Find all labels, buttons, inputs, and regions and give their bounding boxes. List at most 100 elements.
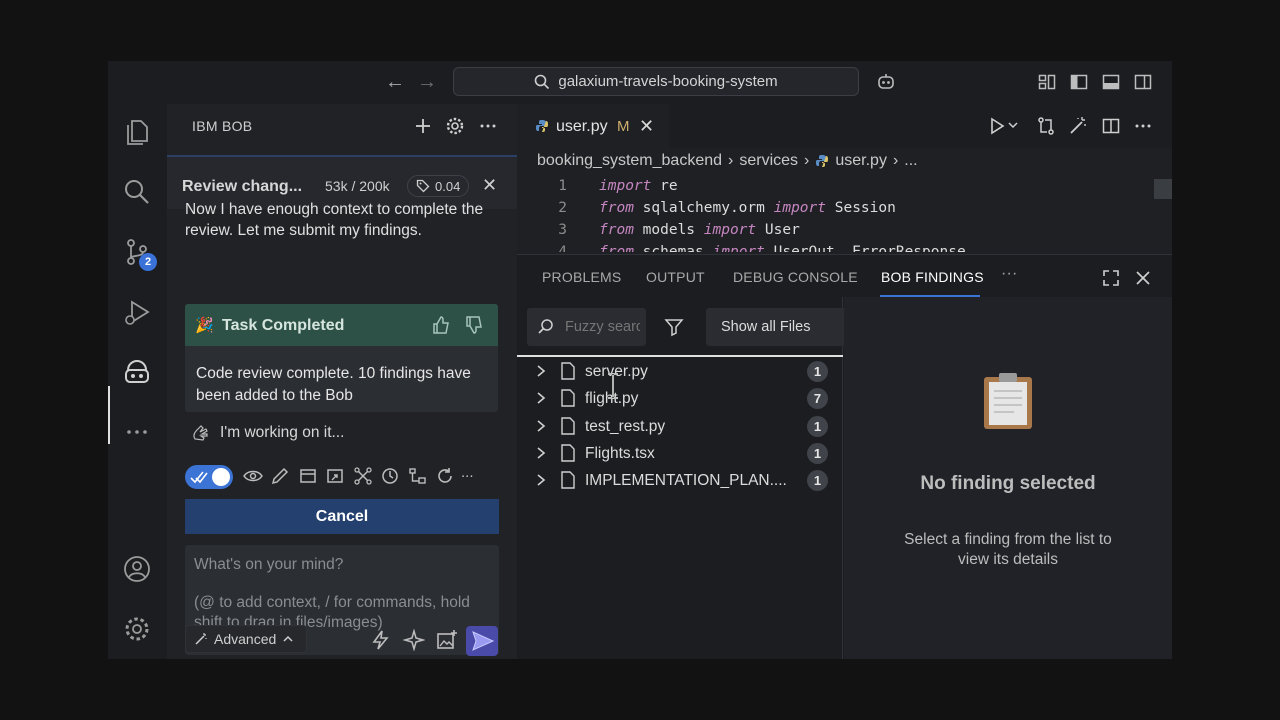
- add-image-icon[interactable]: [436, 629, 458, 651]
- chevron-up-icon: [283, 635, 293, 642]
- code-text: from models import User: [599, 222, 800, 238]
- party-icon: 🎉: [195, 317, 214, 334]
- code-text: from schemas import UserOut, ErrorRespon…: [599, 244, 966, 252]
- line-number: 2: [558, 200, 567, 216]
- auto-approve-toggle[interactable]: [185, 465, 233, 489]
- fuzzy-search-input[interactable]: [565, 319, 640, 335]
- thumbs-down-icon[interactable]: [464, 315, 484, 335]
- run-debug-icon[interactable]: [122, 297, 152, 327]
- split-editor-icon[interactable]: [1101, 116, 1121, 136]
- gear-icon[interactable]: [445, 116, 465, 136]
- tab-bob-findings[interactable]: BOB FINDINGS: [881, 269, 984, 285]
- breadcrumb-item[interactable]: services: [739, 152, 798, 170]
- tag-icon: [416, 179, 430, 193]
- breadcrumb-item[interactable]: ...: [904, 152, 917, 170]
- chevron-down-icon[interactable]: [1007, 118, 1019, 132]
- code-text: from sqlalchemy.orm import Session: [599, 200, 896, 216]
- copilot-icon[interactable]: [876, 72, 896, 92]
- finding-file-row[interactable]: Flights.tsx 1: [517, 440, 843, 467]
- line-number: 3: [558, 222, 567, 238]
- cancel-button[interactable]: Cancel: [185, 499, 499, 534]
- chevron-right-icon[interactable]: [535, 419, 547, 433]
- cost-badge: 0.04: [407, 175, 470, 197]
- eye-icon[interactable]: [243, 466, 263, 486]
- arrow-right-icon[interactable]: →: [417, 72, 437, 92]
- close-icon[interactable]: ✕: [639, 116, 654, 137]
- no-finding-description: Select a finding from the list to view i…: [904, 531, 1112, 568]
- thumbs-up-icon[interactable]: [431, 315, 451, 335]
- send-button[interactable]: [466, 626, 498, 656]
- breadcrumb-item[interactable]: booking_system_backend: [537, 152, 722, 170]
- chevron-right-icon[interactable]: [535, 446, 547, 460]
- finding-file-row[interactable]: server.py 1: [517, 358, 843, 385]
- mcp-icon[interactable]: [353, 466, 373, 486]
- more-icon[interactable]: [122, 417, 152, 447]
- toggle-panel-icon[interactable]: [1101, 72, 1121, 92]
- chevron-right-icon[interactable]: [535, 364, 547, 378]
- code-editor[interactable]: 1 import re 2 from sqlalchemy.orm import…: [517, 174, 1162, 252]
- more-tools-button[interactable]: ...: [461, 464, 481, 484]
- finding-file-row[interactable]: test_rest.py 1: [517, 413, 843, 440]
- settings-gear-icon[interactable]: [122, 614, 152, 644]
- task-card-header: 🎉 Task Completed: [185, 304, 498, 346]
- command-center-search[interactable]: galaxium-travels-booking-system: [453, 67, 859, 96]
- advanced-mode-button[interactable]: Advanced: [185, 625, 307, 653]
- breadcrumb-separator: ›: [892, 152, 899, 169]
- mode-switch-icon[interactable]: [380, 466, 400, 486]
- show-all-files-button[interactable]: Show all Files: [706, 308, 846, 346]
- explorer-icon[interactable]: [122, 117, 152, 147]
- bob-robot-icon[interactable]: [122, 357, 152, 387]
- file-icon: [561, 444, 575, 462]
- account-icon[interactable]: [122, 554, 152, 584]
- search-text: galaxium-travels-booking-system: [558, 73, 778, 90]
- file-name: IMPLEMENTATION_PLAN....: [585, 472, 787, 489]
- tab-problems[interactable]: PROBLEMS: [542, 269, 621, 285]
- tab-debug-console[interactable]: DEBUG CONSOLE: [733, 269, 858, 285]
- file-icon: [561, 389, 575, 407]
- magic-wand-icon[interactable]: [1068, 116, 1088, 136]
- maximize-panel-icon[interactable]: [1101, 268, 1121, 288]
- lightning-icon[interactable]: [370, 629, 392, 651]
- layout-icon[interactable]: [1037, 72, 1057, 92]
- source-control-badge: 2: [139, 253, 157, 271]
- tab-user-py[interactable]: user.py M ✕: [517, 104, 669, 148]
- finding-file-row[interactable]: IMPLEMENTATION_PLAN.... 1: [517, 467, 843, 494]
- breadcrumb-separator: ›: [804, 152, 810, 169]
- chevron-right-icon[interactable]: [535, 391, 547, 405]
- retry-icon[interactable]: [435, 466, 455, 486]
- toggle-secondary-sidebar-icon[interactable]: [1133, 72, 1153, 92]
- token-usage: 53k / 200k: [325, 178, 390, 194]
- compare-changes-icon[interactable]: [1036, 116, 1056, 136]
- run-icon[interactable]: [987, 116, 1007, 136]
- fuzzy-search-box[interactable]: [527, 308, 646, 346]
- plus-icon[interactable]: [413, 116, 433, 136]
- panel-more-button[interactable]: ···: [1001, 265, 1018, 283]
- arrow-left-icon[interactable]: ←: [385, 72, 405, 92]
- chevron-right-icon[interactable]: [535, 473, 547, 487]
- more-icon[interactable]: [478, 116, 498, 136]
- tab-output[interactable]: OUTPUT: [646, 269, 705, 285]
- review-title[interactable]: Review chang...: [182, 178, 302, 196]
- more-icon[interactable]: [1133, 116, 1153, 136]
- list-separator: [517, 355, 843, 357]
- edit-pencil-icon[interactable]: [270, 466, 290, 486]
- terminal-icon[interactable]: [325, 466, 345, 486]
- code-line: 3 from models import User: [517, 222, 1162, 244]
- sparkle-icon[interactable]: [403, 629, 425, 651]
- code-line: 2 from sqlalchemy.orm import Session: [517, 200, 1162, 222]
- toggle-sidebar-icon[interactable]: [1069, 72, 1089, 92]
- filter-icon[interactable]: [664, 317, 684, 337]
- breadcrumb: booking_system_backend › services › user…: [537, 152, 918, 170]
- search-icon: [538, 319, 553, 334]
- minimap-slider[interactable]: [1154, 179, 1172, 199]
- breadcrumb-item[interactable]: user.py: [835, 152, 887, 170]
- findings-list: Show all Files server.py 1 flight.py 7: [517, 297, 846, 659]
- browser-icon[interactable]: [298, 466, 318, 486]
- finding-file-row[interactable]: flight.py 7: [517, 385, 843, 412]
- search-icon[interactable]: [122, 177, 152, 207]
- python-file-icon: [536, 120, 548, 132]
- close-panel-icon[interactable]: [1133, 268, 1153, 288]
- subtask-icon[interactable]: [408, 466, 428, 486]
- close-icon[interactable]: ✕: [482, 175, 497, 196]
- cost-value: 0.04: [435, 178, 461, 194]
